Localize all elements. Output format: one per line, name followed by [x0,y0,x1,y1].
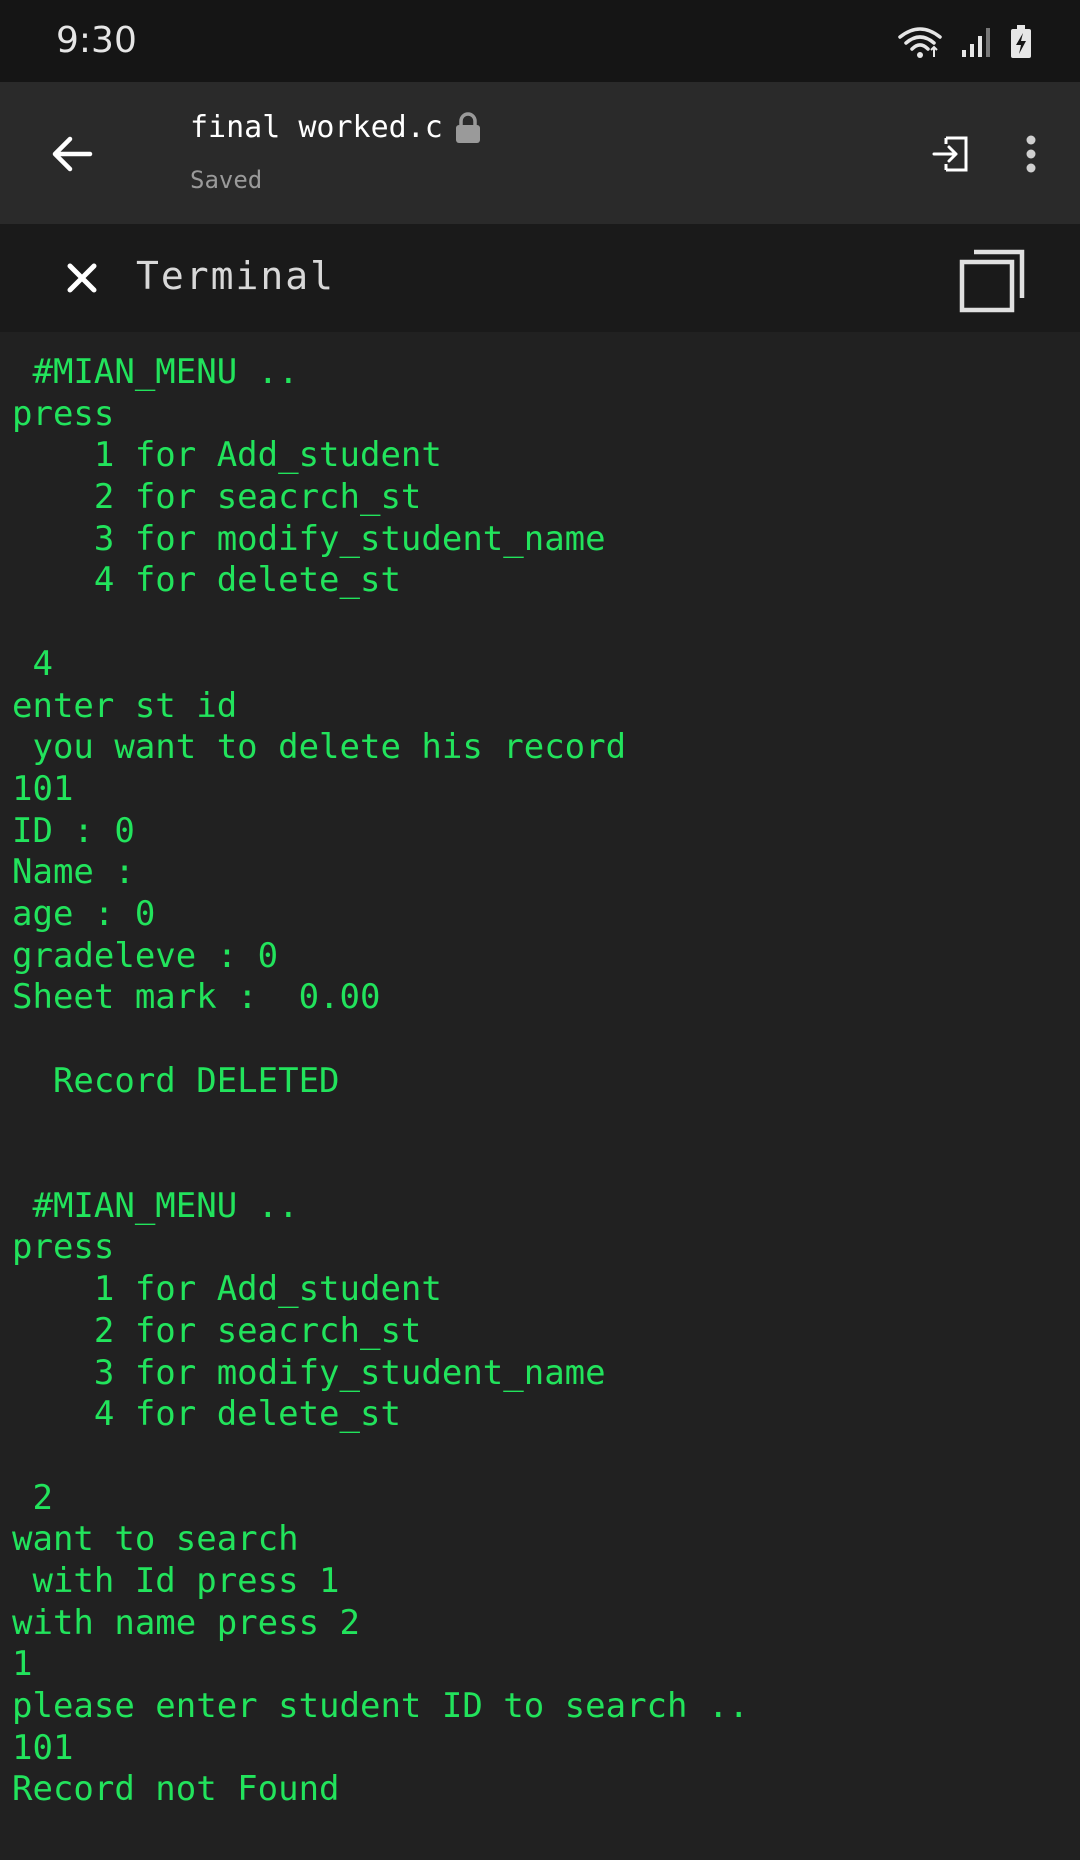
terminal-line: Sheet mark : 0.00 [12,977,381,1018]
terminal-line: press [12,393,115,434]
status-time: 9:30 [56,20,137,61]
terminal-header: Terminal [0,224,1080,332]
terminal-output[interactable]: #MIAN_MENU .. press 1 for Add_student 2 f… [0,332,1080,1860]
terminal-line: enter st id [12,685,238,726]
wifi-icon [898,27,942,58]
terminal-line: 101 [12,1727,74,1768]
windows-button[interactable] [958,248,1028,314]
terminal-line: 1 for Add_student [12,435,442,476]
terminal-line: 1 [12,1644,33,1685]
terminal-line: 4 for delete_st [12,560,401,601]
terminal-line: #MIAN_MENU .. [12,1185,299,1226]
terminal-line: Record not Found [12,1769,340,1810]
file-save-status: Saved [190,166,263,194]
terminal-line: 3 for modify_student_name [12,1352,606,1393]
terminal-line: please enter student ID to search .. [12,1686,749,1726]
file-title: final worked.c [190,110,481,145]
terminal-line: 4 for delete_st [12,1394,401,1435]
more-vert-icon [1026,135,1036,173]
terminal-line: with name press 2 [12,1602,360,1643]
terminal-line: with Id press 1 [12,1560,340,1601]
signal-icon [962,28,990,57]
battery-charging-icon [1011,25,1031,58]
more-options-button[interactable] [1010,126,1052,182]
terminal-line: you want to delete his record [12,727,627,768]
terminal-line: gradeleve : 0 [12,935,279,976]
terminal-line: Name : [12,852,135,893]
terminal-line: 101 [12,768,74,809]
exit-icon [932,136,968,172]
close-terminal-button[interactable] [58,254,106,302]
terminal-line: 2 for seacrch_st [12,1310,422,1351]
status-icons [898,22,1032,62]
exit-button[interactable] [922,126,978,182]
terminal-lines: #MIAN_MENU .. press 1 for Add_student 2 f… [0,332,1080,1811]
file-name: final worked.c [190,110,443,145]
close-icon [67,263,97,293]
windows-icon [959,249,1025,313]
terminal-line: want to search [12,1519,299,1560]
app-bar: final worked.c Saved [0,82,1080,224]
back-arrow-icon [52,136,93,172]
terminal-line: press [12,1227,115,1268]
status-bar: 9:30 [0,0,1080,82]
terminal-line: 3 for modify_student_name [12,518,606,559]
terminal-line: 4 [12,643,53,684]
terminal-line: age : 0 [12,893,156,934]
terminal-line: #MIAN_MENU .. [12,352,299,392]
back-button[interactable] [36,118,108,190]
terminal-line: ID : 0 [12,810,135,851]
terminal-line: 2 [12,1477,53,1518]
terminal-line: 1 for Add_student [12,1269,442,1310]
terminal-line: 2 for seacrch_st [12,477,422,518]
terminal-line: Record DELETED [12,1060,340,1101]
terminal-title: Terminal [136,254,336,298]
lock-icon [455,111,480,143]
